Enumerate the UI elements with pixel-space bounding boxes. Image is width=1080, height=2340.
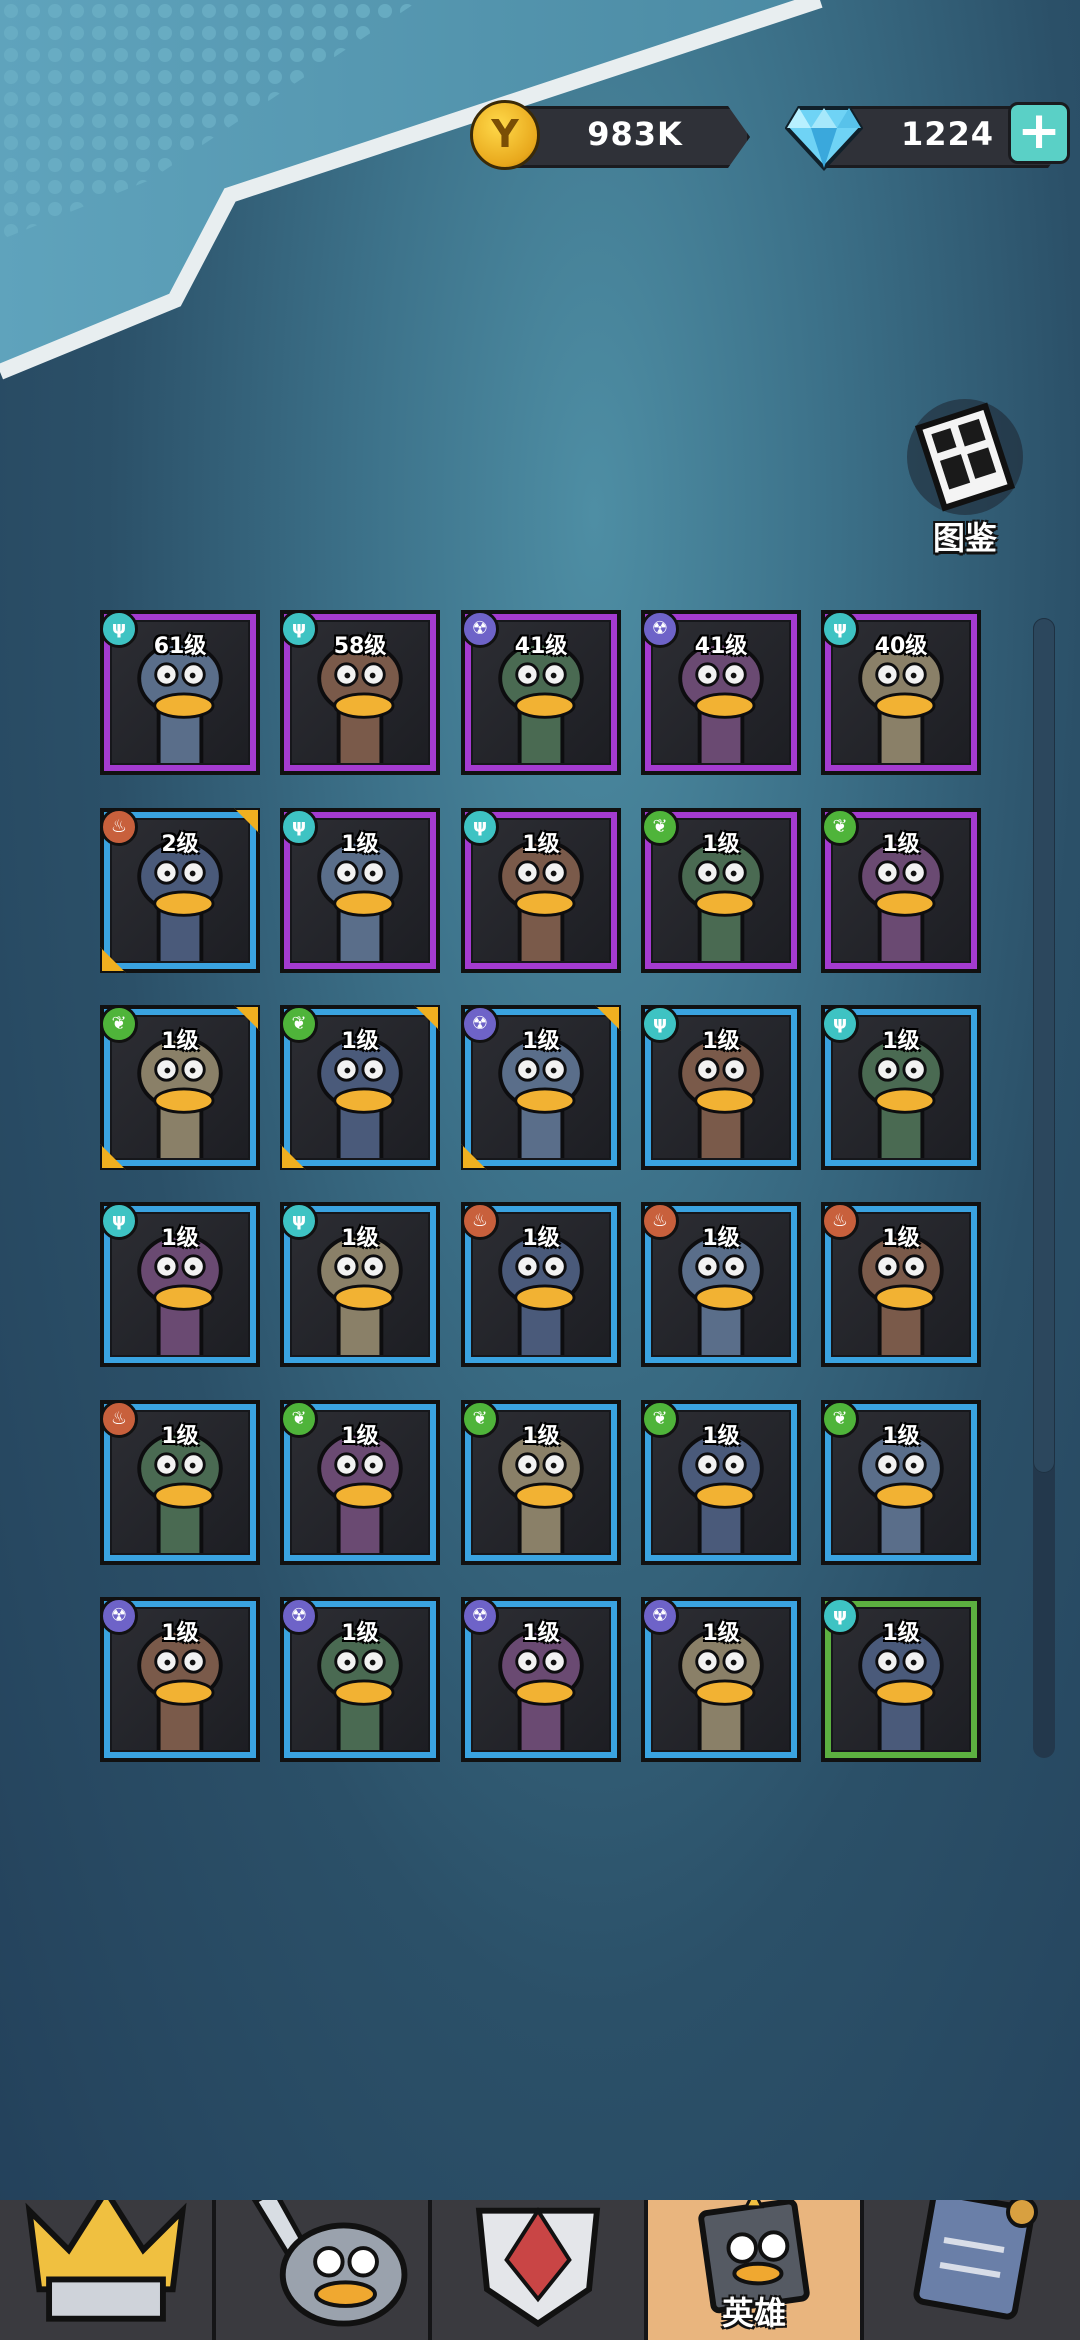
hero-level: 1级 <box>882 1226 920 1251</box>
hero-level: 1级 <box>702 1029 740 1054</box>
tab-heroes-label: 英雄 <box>721 2294 786 2332</box>
bottom-navigation: 英雄 <box>0 2200 1080 2340</box>
hero-level: 1级 <box>702 1424 740 1449</box>
hero-level: 1级 <box>702 1621 740 1646</box>
hero-card[interactable]: ψ 61级 <box>100 610 260 775</box>
hero-level: 1级 <box>882 832 920 857</box>
hero-level: 41级 <box>694 634 748 659</box>
hero-card[interactable]: ❦ 1级 <box>100 1005 260 1170</box>
hero-level: 61级 <box>153 634 207 659</box>
hero-card[interactable]: ☢ 1级 <box>461 1597 621 1762</box>
hero-card[interactable]: ☢ 41级 <box>461 610 621 775</box>
hero-level: 1级 <box>882 1029 920 1054</box>
hero-level: 1级 <box>522 1029 560 1054</box>
hero-card[interactable]: ❦ 1级 <box>280 1400 440 1565</box>
hero-level: 1级 <box>522 1226 560 1251</box>
hero-card[interactable]: ψ 58级 <box>280 610 440 775</box>
hero-card[interactable]: ♨ 1级 <box>821 1202 981 1367</box>
hero-level: 1级 <box>522 832 560 857</box>
hero-card[interactable]: ♨ 1级 <box>100 1400 260 1565</box>
hero-card[interactable]: ☢ 1级 <box>100 1597 260 1762</box>
hero-level: 58级 <box>333 634 387 659</box>
hero-card[interactable]: ψ 40级 <box>821 610 981 775</box>
hero-card[interactable]: ☢ 41级 <box>641 610 801 775</box>
hero-level: 1级 <box>161 1424 199 1449</box>
tab-battle[interactable] <box>216 2200 432 2340</box>
hero-level: 1级 <box>702 1226 740 1251</box>
hero-level: 1级 <box>341 1621 379 1646</box>
hero-card[interactable]: ❦ 1级 <box>641 1400 801 1565</box>
hero-level: 1级 <box>161 1621 199 1646</box>
hero-card[interactable]: ψ 1级 <box>821 1005 981 1170</box>
hero-level: 1级 <box>522 1621 560 1646</box>
hero-list-scrollbar[interactable] <box>1033 618 1055 1758</box>
hero-card[interactable]: ❦ 1级 <box>641 808 801 973</box>
tab-equipment[interactable] <box>432 2200 648 2340</box>
hero-card[interactable]: ☢ 1级 <box>280 1597 440 1762</box>
hero-level: 1级 <box>341 1029 379 1054</box>
hero-level: 1级 <box>341 1424 379 1449</box>
scrollbar-thumb[interactable] <box>1033 618 1055 1473</box>
hero-card[interactable]: ψ 1级 <box>280 1202 440 1367</box>
hero-card[interactable]: ψ 1级 <box>821 1597 981 1762</box>
hero-level: 1级 <box>341 1226 379 1251</box>
hero-level: 1级 <box>702 832 740 857</box>
hero-card[interactable]: ❦ 1级 <box>821 808 981 973</box>
hero-level: 41级 <box>514 634 568 659</box>
hero-level: 1级 <box>882 1621 920 1646</box>
hero-card[interactable]: ♨ 1级 <box>641 1202 801 1367</box>
hero-level: 40级 <box>874 634 928 659</box>
hero-card[interactable]: ❦ 1级 <box>821 1400 981 1565</box>
hero-card[interactable]: ψ 1级 <box>100 1202 260 1367</box>
hero-level: 1级 <box>161 1226 199 1251</box>
crown-castle-icon <box>25 2200 187 2322</box>
hero-card[interactable]: ❦ 1级 <box>280 1005 440 1170</box>
tab-heroes[interactable]: 英雄 <box>648 2200 864 2340</box>
hero-grid: ψ 61级 ψ 58级 ☢ 41级 ☢ 41级 ψ 40级 ♨ 2级 ψ 1级 ψ 1级 ❦ 1级 ❦ 1级 ❦ 1级 ❦ 1… <box>0 0 1080 2340</box>
tab-quests[interactable] <box>864 2200 1080 2340</box>
hero-level: 1级 <box>522 1424 560 1449</box>
hero-level: 2级 <box>161 832 199 857</box>
duck-sword-icon <box>251 2200 408 2327</box>
scroll-icon <box>913 2200 1038 2320</box>
tab-crown[interactable] <box>0 2200 216 2340</box>
hero-level: 1级 <box>882 1424 920 1449</box>
hero-level: 1级 <box>341 832 379 857</box>
hero-card[interactable]: ♨ 1级 <box>461 1202 621 1367</box>
hero-card[interactable]: ψ 1级 <box>461 808 621 973</box>
hero-level: 1级 <box>161 1029 199 1054</box>
hero-card[interactable]: ☢ 1级 <box>461 1005 621 1170</box>
hero-card[interactable]: ψ 1级 <box>641 1005 801 1170</box>
hero-card[interactable]: ψ 1级 <box>280 808 440 973</box>
armor-shield-icon <box>475 2207 601 2328</box>
hero-card[interactable]: ♨ 2级 <box>100 808 260 973</box>
hero-card[interactable]: ☢ 1级 <box>641 1597 801 1762</box>
hero-card[interactable]: ❦ 1级 <box>461 1400 621 1565</box>
